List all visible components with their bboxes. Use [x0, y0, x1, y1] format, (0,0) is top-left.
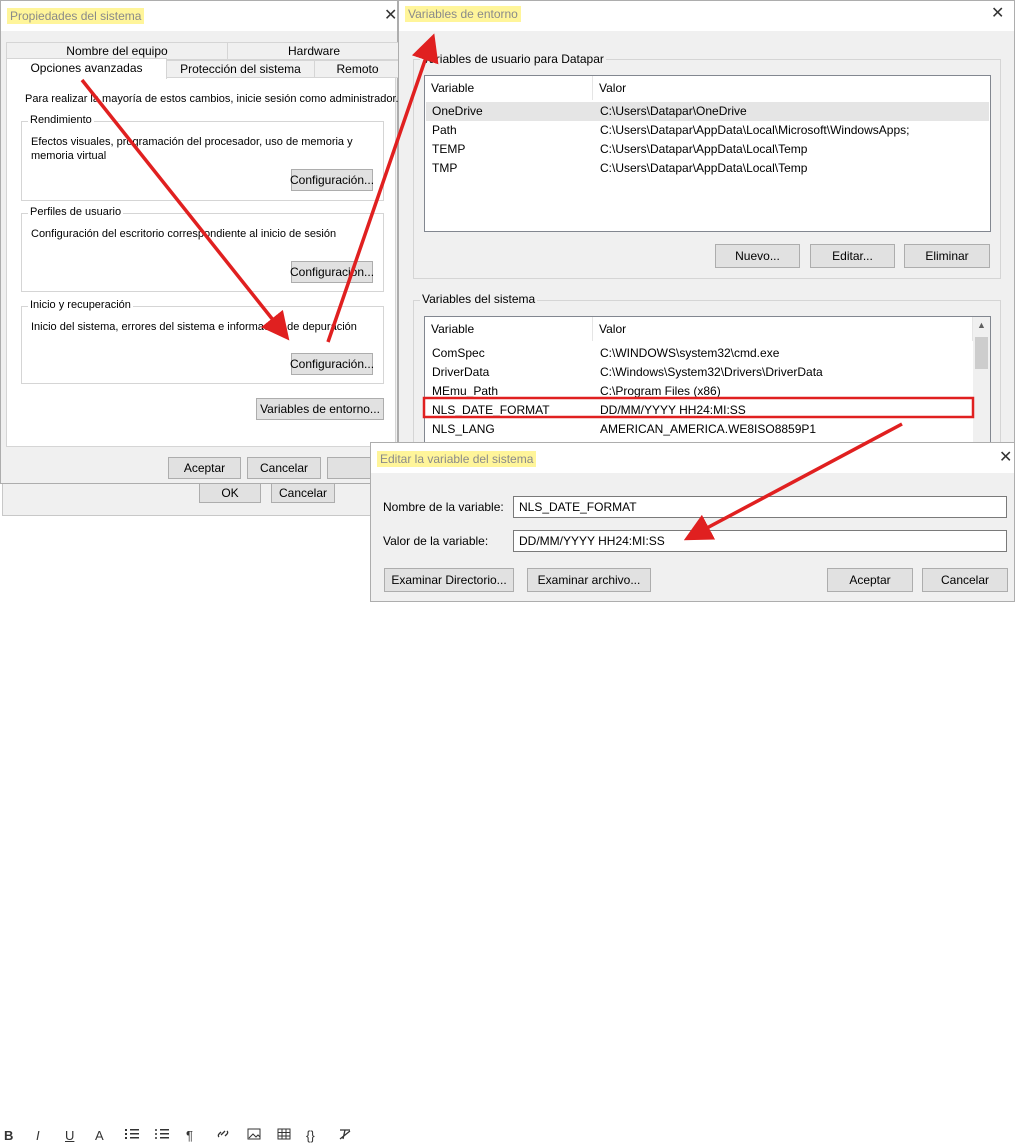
table-icon[interactable]: [277, 1128, 291, 1143]
var-name: NLS_DATE_FORMAT: [432, 403, 550, 417]
ok-button[interactable]: Aceptar: [168, 457, 241, 479]
edit-cancel-button[interactable]: Cancelar: [922, 568, 1008, 592]
user-profiles-label: Perfiles de usuario: [28, 206, 124, 218]
var-value: DD/MM/YYYY HH24:MI:SS: [600, 403, 746, 417]
variable-value-label: Valor de la variable:: [383, 534, 489, 548]
var-value: C:\Users\Datapar\AppData\Local\Temp: [600, 142, 808, 156]
list-item[interactable]: OneDrive C:\Users\Datapar\OneDrive: [426, 102, 989, 121]
tab-remote[interactable]: Remoto: [314, 60, 401, 78]
code-icon[interactable]: {}: [306, 1128, 315, 1143]
var-name: NLS_LANG: [432, 422, 495, 436]
startup-recovery-label: Inicio y recuperación: [28, 299, 133, 311]
performance-label: Rendimiento: [28, 114, 94, 126]
user-profiles-group: Perfiles de usuario Configuración del es…: [21, 206, 384, 292]
env-window-title: Variables de entorno: [405, 6, 521, 22]
edit-close-icon[interactable]: ✕: [999, 450, 1012, 466]
startup-recovery-desc: Inicio del sistema, errores del sistema …: [31, 321, 357, 333]
paragraph-icon[interactable]: ¶: [186, 1128, 193, 1143]
var-value: C:\Users\Datapar\AppData\Local\Temp: [600, 161, 808, 175]
admin-note: Para realizar la mayoría de estos cambio…: [25, 93, 399, 105]
edit-ok-button[interactable]: Aceptar: [827, 568, 913, 592]
var-value: C:\Program Files (x86): [600, 384, 721, 398]
system-list-scrollbar[interactable]: ▲: [973, 317, 990, 450]
link-icon[interactable]: [216, 1128, 230, 1143]
image-icon[interactable]: [247, 1128, 261, 1143]
variable-name-input[interactable]: NLS_DATE_FORMAT: [513, 496, 1007, 518]
system-variables-label: Variables del sistema: [420, 292, 538, 306]
close-icon[interactable]: ✕: [384, 8, 397, 24]
performance-desc-2: memoria virtual: [31, 150, 107, 162]
var-name: ComSpec: [432, 346, 485, 360]
scrollbar-thumb[interactable]: [975, 337, 988, 369]
var-name: OneDrive: [432, 104, 483, 118]
browse-directory-button[interactable]: Examinar Directorio...: [384, 568, 514, 592]
col-value[interactable]: Valor: [593, 76, 990, 100]
italic-icon[interactable]: I: [36, 1128, 40, 1143]
underline-icon[interactable]: U: [65, 1128, 74, 1143]
system-properties-window: Propiedades del sistema ✕ Nombre del equ…: [0, 0, 401, 484]
var-value: C:\Users\Datapar\OneDrive: [600, 104, 747, 118]
list-item[interactable]: DriverData C:\Windows\System32\Drivers\Dr…: [426, 363, 972, 382]
clear-format-icon[interactable]: [338, 1128, 352, 1143]
var-value: C:\WINDOWS\system32\cmd.exe: [600, 346, 780, 360]
tab-hardware[interactable]: Hardware: [227, 42, 401, 60]
new-user-variable-button[interactable]: Nuevo...: [715, 244, 800, 268]
var-value: AMERICAN_AMERICA.WE8ISO8859P1: [600, 422, 817, 436]
user-profiles-settings-button[interactable]: Configuración...: [290, 261, 374, 283]
var-name: TEMP: [432, 142, 466, 156]
var-name: MEmu_Path: [432, 384, 499, 398]
bg-ok-button[interactable]: OK: [199, 483, 261, 503]
edit-user-variable-button[interactable]: Editar...: [810, 244, 895, 268]
bg-cancel-button[interactable]: Cancelar: [271, 483, 335, 503]
editor-toolbar: B I U A ¶ {}: [0, 560, 380, 1143]
cancel-button[interactable]: Cancelar: [247, 457, 321, 479]
tab-system-protection[interactable]: Protección del sistema: [166, 60, 315, 78]
var-value: C:\Windows\System32\Drivers\DriverData: [600, 365, 823, 379]
window-title: Propiedades del sistema: [7, 8, 145, 24]
scroll-up-icon[interactable]: ▲: [977, 320, 986, 330]
col-variable[interactable]: Variable: [425, 76, 593, 100]
delete-user-variable-button[interactable]: Eliminar: [904, 244, 990, 268]
system-properties-titlebar: Propiedades del sistema ✕: [1, 1, 397, 31]
var-value: C:\Users\Datapar\AppData\Local\Microsoft…: [600, 123, 910, 137]
col-variable[interactable]: Variable: [425, 317, 593, 341]
environment-variables-button[interactable]: Variables de entorno...: [256, 398, 384, 420]
user-profiles-desc: Configuración del escritorio correspondi…: [31, 228, 337, 240]
env-titlebar: Variables de entorno ✕: [399, 1, 1014, 31]
bold-icon[interactable]: B: [4, 1128, 13, 1143]
system-variables-list[interactable]: Variable Valor ComSpec C:\WINDOWS\system3…: [424, 316, 991, 451]
variable-name-label: Nombre de la variable:: [383, 500, 504, 514]
list-item[interactable]: TMP C:\Users\Datapar\AppData\Local\Temp: [426, 159, 989, 178]
font-color-icon[interactable]: A: [95, 1128, 104, 1143]
edit-titlebar: Editar la variable del sistema ✕: [371, 443, 1014, 473]
edit-variable-window: Editar la variable del sistema ✕ Nombre …: [370, 442, 1015, 602]
performance-group: Rendimiento Efectos visuales, programaci…: [21, 114, 384, 201]
list-item[interactable]: NLS_DATE_FORMAT DD/MM/YYYY HH24:MI:SS: [426, 401, 972, 420]
performance-desc-1: Efectos visuales, programación del proce…: [31, 136, 353, 148]
user-variables-label: Variables de usuario para Datapar: [420, 52, 606, 66]
var-name: DriverData: [432, 365, 490, 379]
unordered-list-icon[interactable]: [155, 1128, 169, 1143]
list-item[interactable]: MEmu_Path C:\Program Files (x86): [426, 382, 972, 401]
environment-variables-window: Variables de entorno ✕ Variables de usua…: [398, 0, 1015, 451]
list-item[interactable]: Path C:\Users\Datapar\AppData\Local\Micro…: [426, 121, 989, 140]
edit-window-title: Editar la variable del sistema: [377, 451, 537, 467]
user-variables-list[interactable]: Variable Valor OneDrive C:\Users\Datapar\…: [424, 75, 991, 232]
ordered-list-icon[interactable]: [125, 1128, 139, 1143]
tab-advanced[interactable]: Opciones avanzadas: [6, 58, 167, 79]
performance-settings-button[interactable]: Configuración...: [290, 169, 374, 191]
startup-recovery-group: Inicio y recuperación Inicio del sistema…: [21, 299, 384, 384]
list-item[interactable]: NLS_LANG AMERICAN_AMERICA.WE8ISO8859P1: [426, 420, 972, 439]
env-close-icon[interactable]: ✕: [991, 6, 1004, 22]
col-value[interactable]: Valor: [593, 317, 973, 341]
var-name: TMP: [432, 161, 458, 175]
startup-settings-button[interactable]: Configuración...: [290, 353, 374, 375]
browse-file-button[interactable]: Examinar archivo...: [527, 568, 651, 592]
variable-value-input[interactable]: DD/MM/YYYY HH24:MI:SS: [513, 530, 1007, 552]
list-item[interactable]: TEMP C:\Users\Datapar\AppData\Local\Temp: [426, 140, 989, 159]
var-name: Path: [432, 123, 457, 137]
list-item[interactable]: ComSpec C:\WINDOWS\system32\cmd.exe: [426, 344, 972, 363]
